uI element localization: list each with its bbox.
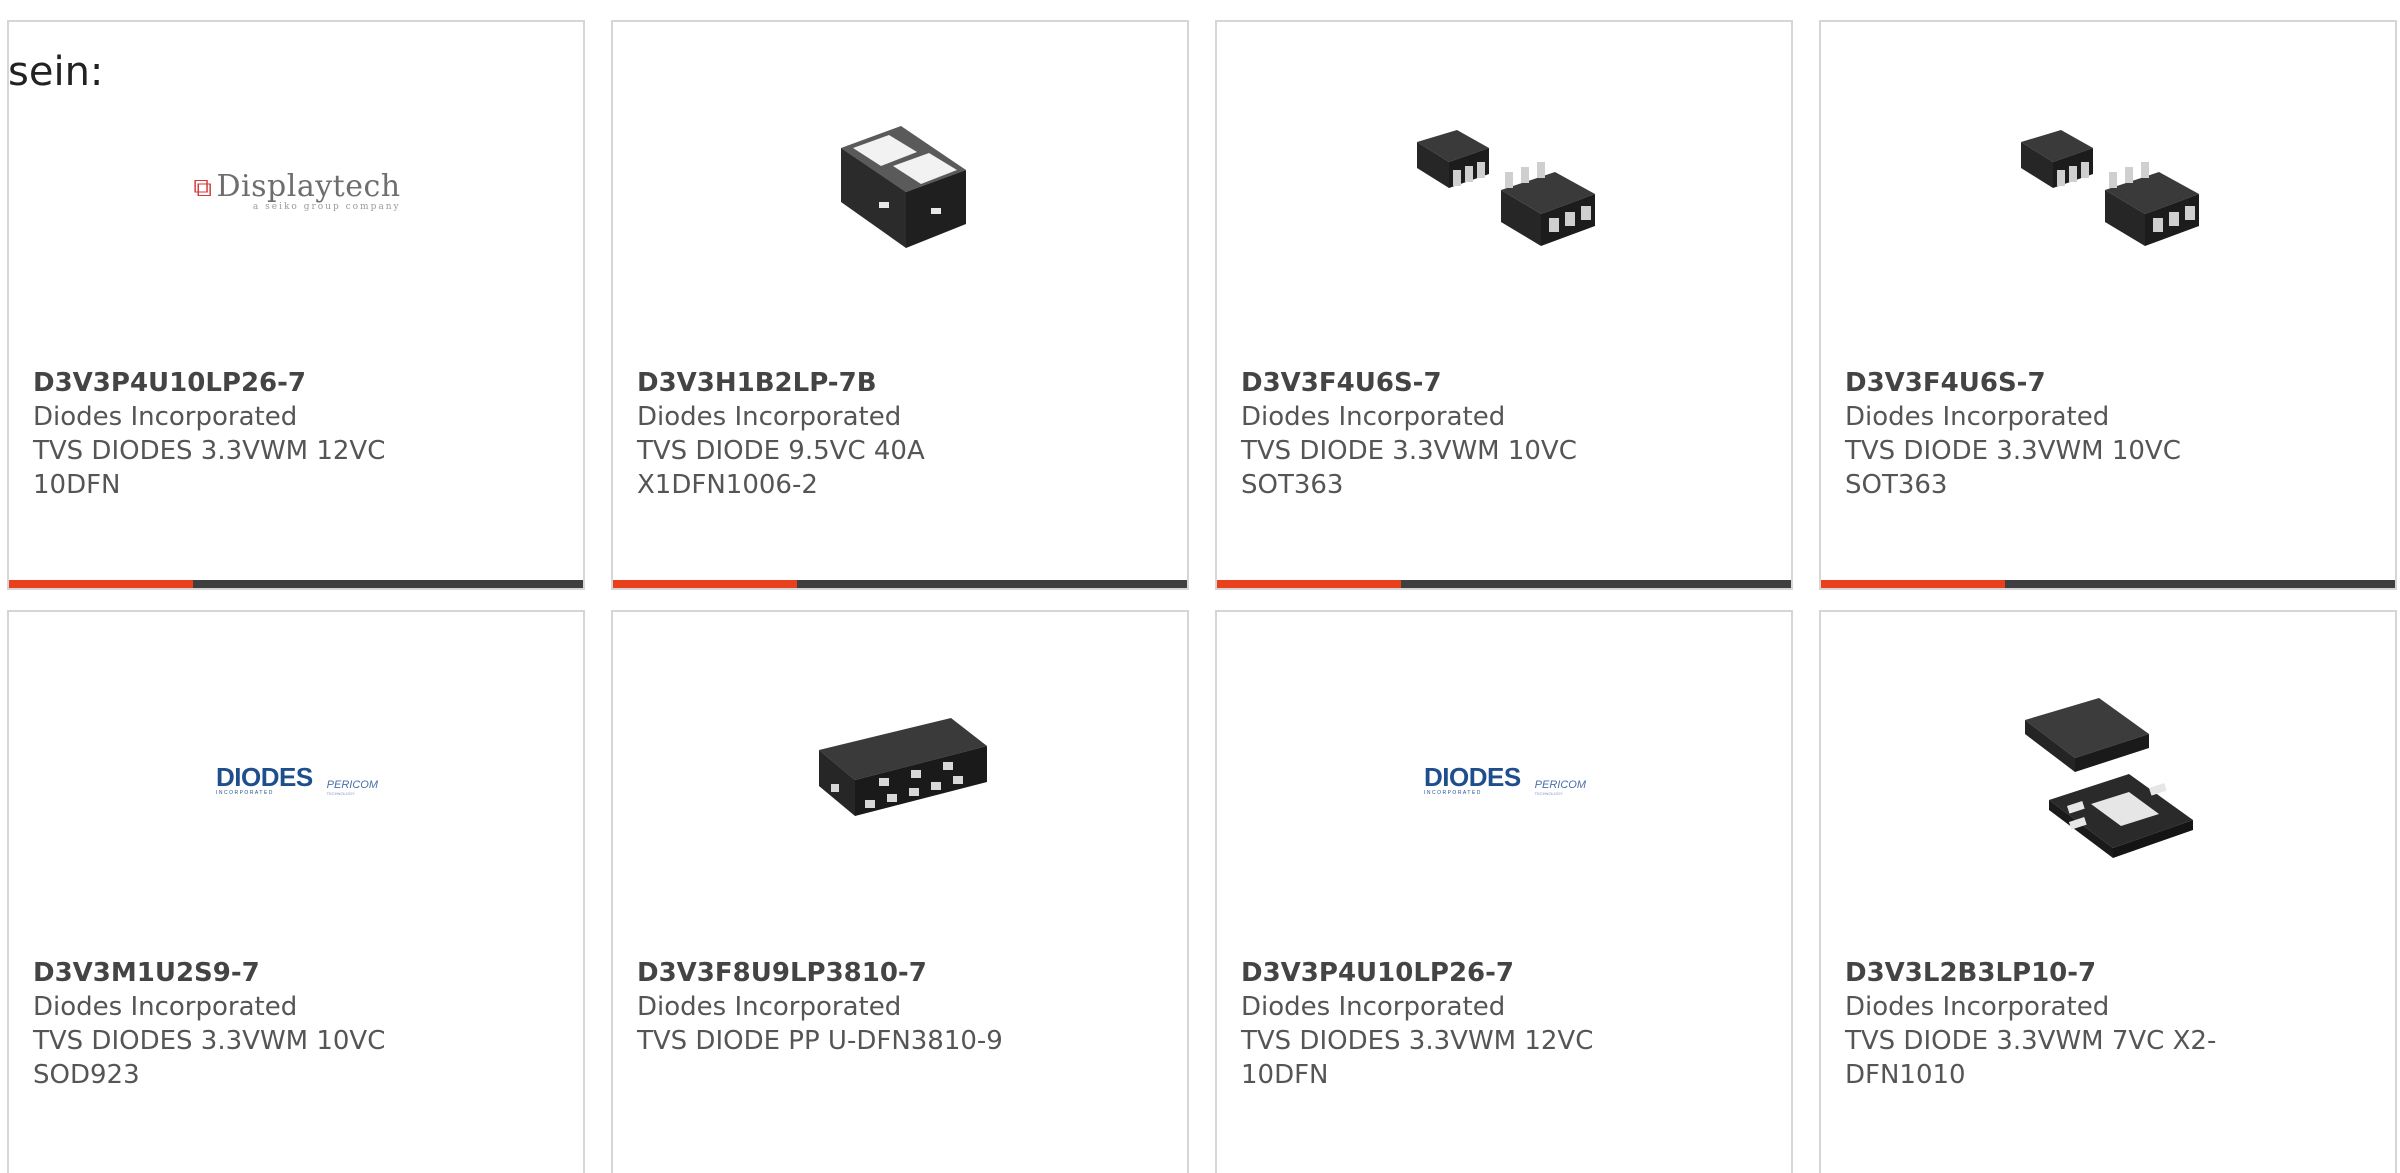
- diodes-pericom-logo[interactable]: DIODES INCORPORATED PERICOM TECHNOLOGY: [1405, 680, 1605, 880]
- logo-text-secondary: PERICOM: [1534, 779, 1587, 791]
- description-line-1: TVS DIODE PP U-DFN3810-9: [637, 1026, 1003, 1056]
- description-line-2: SOD923: [33, 1060, 140, 1090]
- logo-text: Displaytech: [216, 168, 401, 204]
- cutoff-heading-text: sein:: [8, 49, 104, 95]
- part-number-link[interactable]: D3V3P4U10LP26-7: [1241, 956, 1767, 990]
- product-card[interactable]: ⧉ Displaytech a seiko group company D3V3P…: [7, 20, 585, 590]
- manufacturer: Diodes Incorporated: [1845, 992, 2110, 1022]
- description-line-1: TVS DIODE 3.3VWM 10VC: [1845, 436, 2181, 466]
- description-line-1: TVS DIODE 9.5VC 40A: [637, 436, 925, 466]
- x1dfn-chip-photo[interactable]: [801, 90, 1001, 290]
- description-line-1: TVS DIODE 3.3VWM 10VC: [1241, 436, 1577, 466]
- logo-text-secondary: PERICOM: [326, 779, 379, 791]
- product-card[interactable]: DIODES INCORPORATED PERICOM TECHNOLOGY D…: [7, 610, 585, 1173]
- x2dfn-chip-photo[interactable]: [2009, 680, 2209, 880]
- product-card[interactable]: D3V3F4U6S-7 Diodes Incorporated TVS DIOD…: [1819, 20, 2397, 590]
- sot363-chip-photo[interactable]: [1405, 90, 1605, 290]
- manufacturer: Diodes Incorporated: [1845, 402, 2110, 432]
- product-card[interactable]: D3V3L2B3LP10-7 Diodes Incorporated TVS D…: [1819, 610, 2397, 1173]
- manufacturer: Diodes Incorporated: [33, 992, 298, 1022]
- logo-text: DIODES: [215, 762, 313, 792]
- displaytech-mark-icon: ⧉: [193, 172, 213, 203]
- description-line-2: DFN1010: [1845, 1060, 1966, 1090]
- card-accent-bar: [1217, 580, 1791, 588]
- manufacturer: Diodes Incorporated: [637, 402, 902, 432]
- description-line-2: 10DFN: [33, 470, 121, 500]
- displaytech-logo[interactable]: ⧉ Displaytech a seiko group company: [193, 90, 401, 290]
- description-line-1: TVS DIODES 3.3VWM 10VC: [33, 1026, 386, 1056]
- card-accent-bar: [1821, 580, 2395, 588]
- manufacturer: Diodes Incorporated: [637, 992, 902, 1022]
- card-accent-bar: [613, 580, 1187, 588]
- description-line-1: TVS DIODE 3.3VWM 7VC X2-: [1845, 1026, 2217, 1056]
- description-line-1: TVS DIODES 3.3VWM 12VC: [33, 436, 386, 466]
- product-card[interactable]: D3V3H1B2LP-7B Diodes Incorporated TVS DI…: [611, 20, 1189, 590]
- description-line-2: 10DFN: [1241, 1060, 1329, 1090]
- part-number-link[interactable]: D3V3P4U10LP26-7: [33, 366, 559, 400]
- part-number-link[interactable]: D3V3H1B2LP-7B: [637, 366, 1163, 400]
- udfn3810-chip-photo[interactable]: [801, 680, 1001, 880]
- part-number-link[interactable]: D3V3F8U9LP3810-7: [637, 956, 1163, 990]
- description-line-1: TVS DIODES 3.3VWM 12VC: [1241, 1026, 1594, 1056]
- description-line-2: SOT363: [1845, 470, 1948, 500]
- manufacturer: Diodes Incorporated: [1241, 992, 1506, 1022]
- diodes-pericom-logo[interactable]: DIODES INCORPORATED PERICOM TECHNOLOGY: [197, 680, 397, 880]
- part-number-link[interactable]: D3V3M1U2S9-7: [33, 956, 559, 990]
- card-accent-bar: [9, 580, 583, 588]
- logo-text: DIODES: [1423, 762, 1521, 792]
- product-card[interactable]: D3V3F4U6S-7 Diodes Incorporated TVS DIOD…: [1215, 20, 1793, 590]
- product-card[interactable]: D3V3F8U9LP3810-7 Diodes Incorporated TVS…: [611, 610, 1189, 1173]
- part-number-link[interactable]: D3V3F4U6S-7: [1241, 366, 1767, 400]
- part-number-link[interactable]: D3V3L2B3LP10-7: [1845, 956, 2371, 990]
- product-card[interactable]: DIODES INCORPORATED PERICOM TECHNOLOGY D…: [1215, 610, 1793, 1173]
- description-line-2: SOT363: [1241, 470, 1344, 500]
- manufacturer: Diodes Incorporated: [1241, 402, 1506, 432]
- sot363-chip-photo[interactable]: [2009, 90, 2209, 290]
- manufacturer: Diodes Incorporated: [33, 402, 298, 432]
- part-number-link[interactable]: D3V3F4U6S-7: [1845, 366, 2371, 400]
- description-line-2: X1DFN1006-2: [637, 470, 818, 500]
